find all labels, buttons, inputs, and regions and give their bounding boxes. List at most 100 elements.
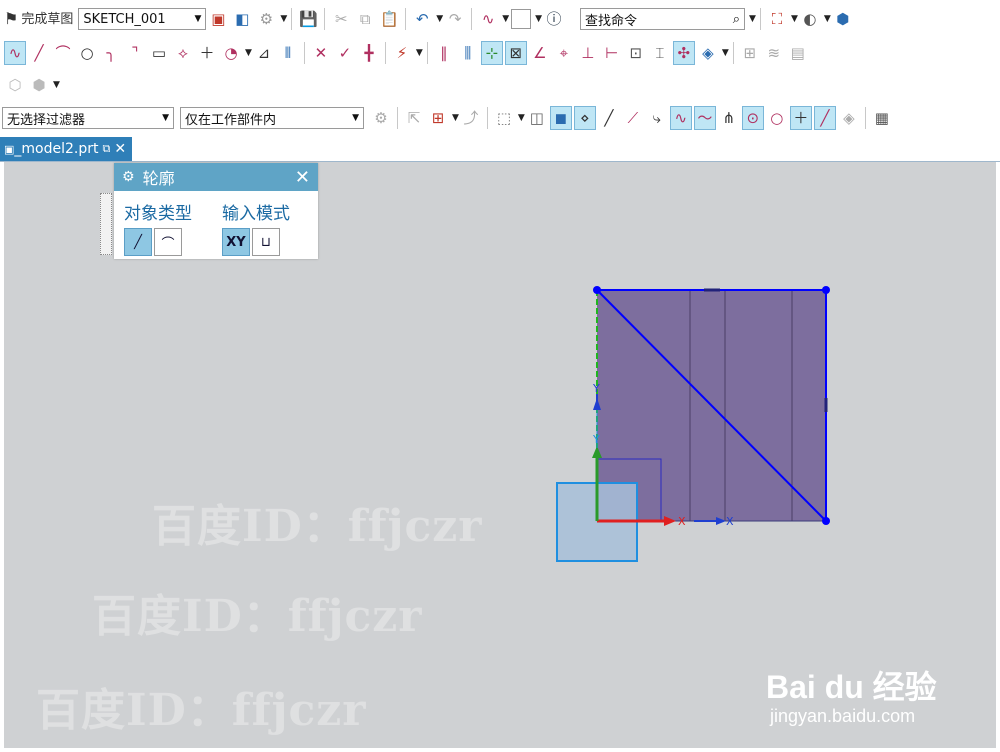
tab-model2[interactable]: ▣ _model2.prt ⧉ ✕	[0, 137, 133, 161]
select-dropdown-icon[interactable]: ▼	[452, 113, 459, 123]
paste-icon[interactable]: 📋	[378, 7, 400, 31]
face-snap-icon[interactable]: ◈	[838, 106, 860, 130]
chamfer-icon[interactable]: ⌝	[124, 41, 146, 65]
spline-snap-icon[interactable]: 〜	[693, 106, 716, 130]
animate-dimension-icon[interactable]: ◈	[697, 41, 719, 65]
existing-point-icon[interactable]: ＋	[789, 106, 812, 130]
render-style-icon[interactable]: ◐	[799, 7, 821, 31]
reattach-icon[interactable]: ◧	[231, 7, 253, 31]
xy-mode-button[interactable]: XY	[222, 228, 250, 256]
layer-icon[interactable]: ≋	[763, 41, 785, 65]
curve-snap-icon[interactable]: ∿	[669, 106, 692, 130]
close-icon[interactable]: ✕	[295, 167, 310, 188]
undo-icon[interactable]: ↶	[411, 7, 433, 31]
info-icon[interactable]: ⓘ	[543, 7, 565, 31]
fit-view-icon[interactable]: ⛶	[766, 7, 788, 31]
rectangle-icon[interactable]: ▭	[148, 41, 170, 65]
parameter-mode-button[interactable]: ⊔	[252, 228, 280, 256]
copy-icon[interactable]: ⧉	[354, 7, 376, 31]
convert-reference-icon[interactable]: ⊞	[739, 41, 761, 65]
angle-dimension-icon[interactable]: ∠	[529, 41, 551, 65]
vertex[interactable]	[822, 286, 830, 294]
command-search-input[interactable]: 查找命令 ⌕	[580, 8, 746, 30]
search-dropdown-icon[interactable]: ▼	[749, 14, 756, 24]
component-icon[interactable]: ⬢	[28, 73, 50, 97]
profile-icon[interactable]: ∿	[4, 41, 26, 65]
parallel-icon[interactable]: ∥	[433, 41, 455, 65]
circle-icon[interactable]: ○	[76, 41, 98, 65]
quadrant-icon[interactable]: ○	[766, 106, 788, 130]
intersect-snap-icon[interactable]: ⤷	[646, 106, 668, 130]
select-all-icon[interactable]: ⇱	[403, 106, 425, 130]
assembly-icon[interactable]: ⬡	[4, 73, 26, 97]
dialog-title-bar[interactable]: ⚙ 轮廓 ✕	[114, 163, 318, 191]
color-dropdown-icon[interactable]: ▼	[535, 14, 542, 24]
pattern-curve-icon[interactable]: ⫴	[277, 41, 299, 65]
quick-trim-icon[interactable]: ✕	[310, 41, 332, 65]
quick-extend-icon[interactable]: ✓	[334, 41, 356, 65]
update-model-icon[interactable]: ⚙	[255, 7, 277, 31]
midpoint-snap-icon[interactable]: ╱	[598, 106, 620, 130]
gear-icon[interactable]: ⚙	[122, 169, 135, 185]
redo-icon[interactable]: ↷	[444, 7, 466, 31]
arc-icon[interactable]: ⌒	[52, 41, 74, 65]
line-icon[interactable]: ╱	[28, 41, 50, 65]
radial-dim-icon[interactable]: ⊡	[625, 41, 647, 65]
point-on-curve-icon[interactable]: ╱	[813, 106, 836, 130]
body-select-icon[interactable]: ◼	[549, 106, 572, 130]
constraint-dropdown-icon[interactable]: ▼	[416, 48, 423, 58]
stack-selection-icon[interactable]: ▦	[871, 106, 893, 130]
inferred-constraint-icon[interactable]: ✣	[672, 41, 695, 65]
control-point-icon[interactable]: ⟋	[622, 106, 644, 130]
perimeter-icon[interactable]: ⌖	[553, 41, 575, 65]
profile-dropdown-icon[interactable]: ▼	[502, 14, 509, 24]
dimension-dropdown-icon[interactable]: ▼	[722, 48, 729, 58]
filter-settings-icon[interactable]: ⚙	[370, 106, 392, 130]
finish-sketch-button[interactable]: ⚑ 完成草图	[4, 7, 73, 31]
render-dropdown-icon[interactable]: ▼	[824, 14, 831, 24]
studio-spline-icon[interactable]: ◔	[220, 41, 242, 65]
endpoint-snap-icon[interactable]: ⋄	[573, 106, 596, 130]
polygon-icon[interactable]: ⟡	[172, 41, 194, 65]
offset-curve-icon[interactable]: ⊿	[253, 41, 275, 65]
spline-dropdown-icon[interactable]: ▼	[245, 48, 252, 58]
vertical-dim-icon[interactable]: ⊢	[601, 41, 623, 65]
view-dropdown-icon[interactable]: ▼	[791, 14, 798, 24]
sketch-name-select[interactable]: SKETCH_001 ▼	[78, 8, 207, 30]
point-icon[interactable]: ＋	[196, 41, 218, 65]
popout-icon[interactable]: ⧉	[103, 142, 111, 156]
stack-icon[interactable]: ▤	[787, 41, 809, 65]
scope-filter-select[interactable]: 仅在工作部件内 ▼	[180, 107, 364, 129]
vertex[interactable]	[822, 517, 830, 525]
vertex[interactable]	[593, 286, 601, 294]
horizontal-dim-icon[interactable]: ⊥	[577, 41, 599, 65]
deselect-icon[interactable]: ⤴	[460, 106, 482, 130]
assembly-dropdown-icon[interactable]: ▼	[53, 80, 60, 90]
type-filter-select[interactable]: 无选择过滤器 ▼	[2, 107, 174, 129]
save-icon[interactable]: 💾	[297, 7, 319, 31]
continuous-constraint-icon[interactable]: ⊠	[504, 41, 527, 65]
symmetric-icon[interactable]: ⫼	[457, 41, 479, 65]
rect-select-dropdown-icon[interactable]: ▼	[518, 113, 525, 123]
color-box-icon[interactable]	[510, 7, 532, 31]
arc-center-icon[interactable]: ⊙	[741, 106, 764, 130]
auto-dimension-icon[interactable]: ⊹	[480, 41, 503, 65]
more-dropdown-icon[interactable]: ▼	[280, 14, 287, 24]
feature-select-icon[interactable]: ◫	[526, 106, 548, 130]
box-select-icon[interactable]: ⊞	[427, 106, 449, 130]
arc-type-button[interactable]: ⌒	[154, 228, 182, 256]
profile-tool-icon[interactable]: ∿	[477, 7, 499, 31]
sketch-orient-icon[interactable]: ▣	[207, 7, 229, 31]
dialog-grip[interactable]	[100, 193, 112, 255]
fillet-icon[interactable]: ╮	[100, 41, 122, 65]
shaded-cube-icon[interactable]: ⬢	[832, 7, 854, 31]
make-corner-icon[interactable]: ╋	[358, 41, 380, 65]
rectangle-select-icon[interactable]: ⬚	[493, 106, 515, 130]
tangent-snap-icon[interactable]: ⋔	[718, 106, 740, 130]
undo-dropdown-icon[interactable]: ▼	[436, 14, 443, 24]
reference-icon[interactable]: ⌶	[649, 41, 671, 65]
line-type-button[interactable]: ╱	[124, 228, 152, 256]
close-icon[interactable]: ✕	[114, 141, 126, 157]
cut-icon[interactable]: ✂	[330, 7, 352, 31]
constraint-icon[interactable]: ⚡	[391, 41, 413, 65]
